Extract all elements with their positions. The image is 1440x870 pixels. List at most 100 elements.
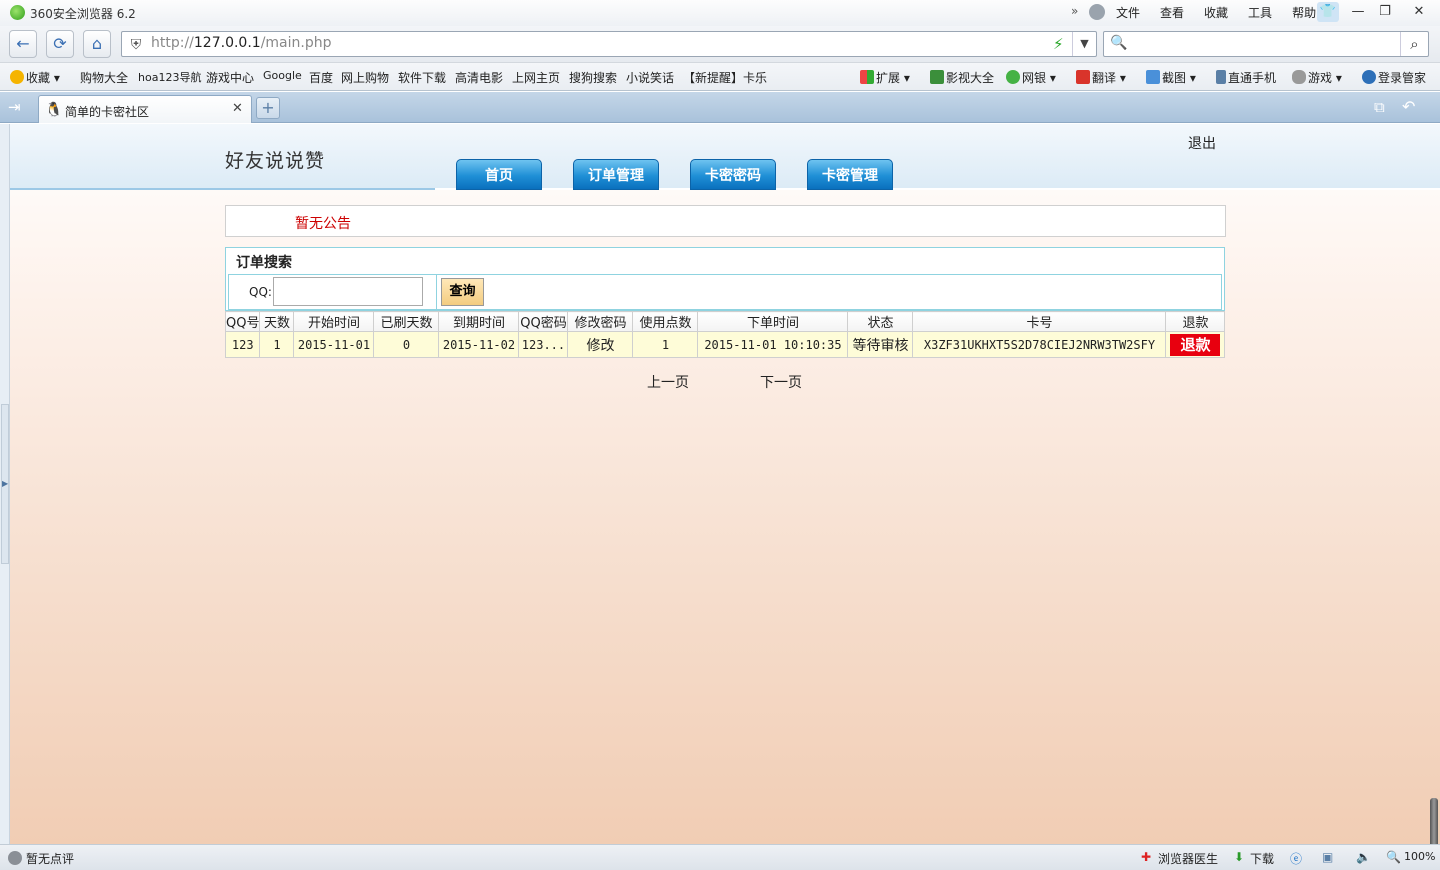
gamepad-icon xyxy=(1292,70,1306,84)
search-go-icon[interactable]: ⌕ xyxy=(1400,32,1428,56)
bookmark-game-center[interactable]: 游戏中心 xyxy=(206,69,254,86)
tab-active[interactable]: 🐧 简单的卡密社区 ✕ xyxy=(38,95,252,123)
bookmark-movies[interactable]: 高清电影 xyxy=(455,69,503,86)
bookmark-novels[interactable]: 小说笑话 xyxy=(626,69,674,86)
nav-card-management[interactable]: 卡密管理 xyxy=(807,159,893,190)
restore-icon[interactable]: ❐ xyxy=(1374,2,1396,22)
ext-video[interactable]: 影视大全 xyxy=(930,69,994,86)
col-days: 天数 xyxy=(259,311,295,332)
pager-next[interactable]: 下一页 xyxy=(760,372,802,392)
browser-doctor[interactable]: 浏览器医生 xyxy=(1158,850,1218,867)
browser-logo-icon xyxy=(10,5,25,20)
sidebar-expand-icon[interactable]: ▶ xyxy=(2,479,8,488)
qq-label: QQ: xyxy=(249,285,272,299)
sound-icon[interactable]: 🔈 xyxy=(1356,850,1371,864)
mobile-icon xyxy=(1216,70,1226,84)
ext-bank[interactable]: 网银 ▾ xyxy=(1006,69,1056,86)
notice-box: 暂无公告 xyxy=(225,205,1226,237)
col-card: 卡号 xyxy=(912,311,1167,332)
cell-qq-password: 123... xyxy=(518,331,569,358)
modify-password-link[interactable]: 修改 xyxy=(567,331,634,358)
bookmark-homepage[interactable]: 上网主页 xyxy=(512,69,560,86)
ext-mobile[interactable]: 直通手机 xyxy=(1216,69,1276,86)
col-qq-password: QQ密码 xyxy=(518,311,569,332)
logout-link[interactable]: 退出 xyxy=(1188,133,1216,153)
bookmark-kale[interactable]: 【新提醒】卡乐 xyxy=(683,69,767,86)
table-row: 123 1 2015-11-01 0 2015-11-02 123... 修改 … xyxy=(224,331,1226,358)
qq-field-cell: QQ: xyxy=(229,275,437,309)
plus-icon: + xyxy=(261,98,275,117)
home-button[interactable]: ⌂ xyxy=(83,30,111,58)
query-button[interactable]: 查询 xyxy=(441,278,484,306)
speed-bolt-icon[interactable]: ⚡ xyxy=(1053,35,1064,53)
home-icon: ⌂ xyxy=(91,34,103,53)
bookmark-shopping[interactable]: 购物大全 xyxy=(80,69,128,86)
col-status: 状态 xyxy=(847,311,914,332)
navigation-bar: ← ⟳ ⌂ ⛨ http://127.0.0.1/main.php ⚡ ▼ 🔍 … xyxy=(0,26,1440,63)
col-points: 使用点数 xyxy=(632,311,699,332)
extensions-icon xyxy=(860,70,874,84)
address-bar[interactable]: ⛨ http://127.0.0.1/main.php ⚡ ▼ xyxy=(121,31,1097,57)
bookmark-hao123[interactable]: hoa123导航 xyxy=(138,69,201,85)
minimize-icon[interactable]: — xyxy=(1347,2,1369,22)
menu-overflow-icon[interactable]: » xyxy=(1071,4,1078,18)
refund-button[interactable]: 退款 xyxy=(1170,333,1221,356)
bookmark-software[interactable]: 软件下载 xyxy=(398,69,446,86)
window-mode-icon[interactable]: ▣ xyxy=(1322,850,1333,864)
cell-done-days: 0 xyxy=(373,331,440,358)
order-search-row: QQ: 查询 xyxy=(228,274,1222,310)
nav-order-management[interactable]: 订单管理 xyxy=(573,159,659,190)
bookmark-google[interactable]: Google xyxy=(263,69,302,82)
close-window-icon[interactable]: ✕ xyxy=(1408,2,1430,22)
order-search-title: 订单搜索 xyxy=(236,255,292,271)
cell-card: X3ZF31UKHXT5S2D78CIEJ2NRW3TW2SFY xyxy=(912,331,1167,358)
table-header-row: QQ号 天数 开始时间 已刷天数 到期时间 QQ密码 修改密码 使用点数 下单时… xyxy=(224,311,1226,332)
browser-search-box[interactable]: 🔍 ⌕ xyxy=(1103,31,1429,57)
search-engine-icon[interactable]: 🔍 xyxy=(1110,35,1127,51)
menu-tools[interactable]: 工具 xyxy=(1238,4,1282,21)
menu-file[interactable]: 文件 xyxy=(1106,4,1150,21)
ext-login-manager[interactable]: 登录管家 xyxy=(1362,69,1426,86)
nav-home[interactable]: 首页 xyxy=(456,159,542,190)
menu-favorites[interactable]: 收藏 xyxy=(1194,4,1238,21)
refresh-button[interactable]: ⟳ xyxy=(46,30,74,58)
tab-close-icon[interactable]: ✕ xyxy=(232,101,243,116)
bookmark-online-shopping[interactable]: 网上购物 xyxy=(341,69,389,86)
col-qq: QQ号 xyxy=(224,311,261,332)
star-icon xyxy=(10,70,24,84)
bookmark-favorites[interactable]: 收藏 ▾ xyxy=(10,69,60,86)
status-download[interactable]: 下载 xyxy=(1250,850,1274,867)
nav-card-password[interactable]: 卡密密码 xyxy=(690,159,776,190)
menu-view[interactable]: 查看 xyxy=(1150,4,1194,21)
sidebar-toggle-icon[interactable]: ⇥ xyxy=(8,98,21,116)
orders-table: QQ号 天数 开始时间 已刷天数 到期时间 QQ密码 修改密码 使用点数 下单时… xyxy=(224,311,1226,358)
translate-icon xyxy=(1076,70,1090,84)
tab-list-icon[interactable]: ⧉ xyxy=(1374,98,1385,116)
bookmarks-bar: 收藏 ▾ 购物大全 hoa123导航 游戏中心 Google 百度 网上购物 软… xyxy=(0,63,1440,91)
ext-screenshot[interactable]: 截图 ▾ xyxy=(1146,69,1196,86)
zoom-icon: 🔍 xyxy=(1386,850,1401,864)
new-tab-button[interactable]: + xyxy=(256,97,280,119)
address-dropdown-icon[interactable]: ▼ xyxy=(1072,32,1096,56)
undo-close-icon[interactable]: ↶ xyxy=(1402,97,1415,116)
bookmark-baidu[interactable]: 百度 xyxy=(309,69,333,86)
bookmark-sogou[interactable]: 搜狗搜索 xyxy=(569,69,617,86)
col-refund: 退款 xyxy=(1165,311,1226,332)
back-button[interactable]: ← xyxy=(9,30,37,58)
pager-prev[interactable]: 上一页 xyxy=(647,372,689,392)
download-icon: ⬇ xyxy=(1234,850,1245,864)
address-url[interactable]: http://127.0.0.1/main.php xyxy=(151,35,331,51)
security-shield-icon[interactable]: ⛨ xyxy=(126,35,146,55)
status-review[interactable]: 暂无点评 xyxy=(26,850,74,867)
user-avatar-icon[interactable] xyxy=(1089,4,1105,20)
zoom-level[interactable]: 100% xyxy=(1404,850,1435,863)
ie-icon[interactable]: ⓔ xyxy=(1290,850,1302,867)
site-title: 好友说说赞 xyxy=(225,150,326,172)
status-badge: 等待审核 xyxy=(847,331,914,358)
skin-icon[interactable]: 👕 xyxy=(1317,2,1339,22)
qq-input[interactable] xyxy=(273,277,423,306)
cell-points: 1 xyxy=(632,331,699,358)
ext-extensions[interactable]: 扩展 ▾ xyxy=(860,69,910,86)
ext-translate[interactable]: 翻译 ▾ xyxy=(1076,69,1126,86)
ext-games[interactable]: 游戏 ▾ xyxy=(1292,69,1342,86)
